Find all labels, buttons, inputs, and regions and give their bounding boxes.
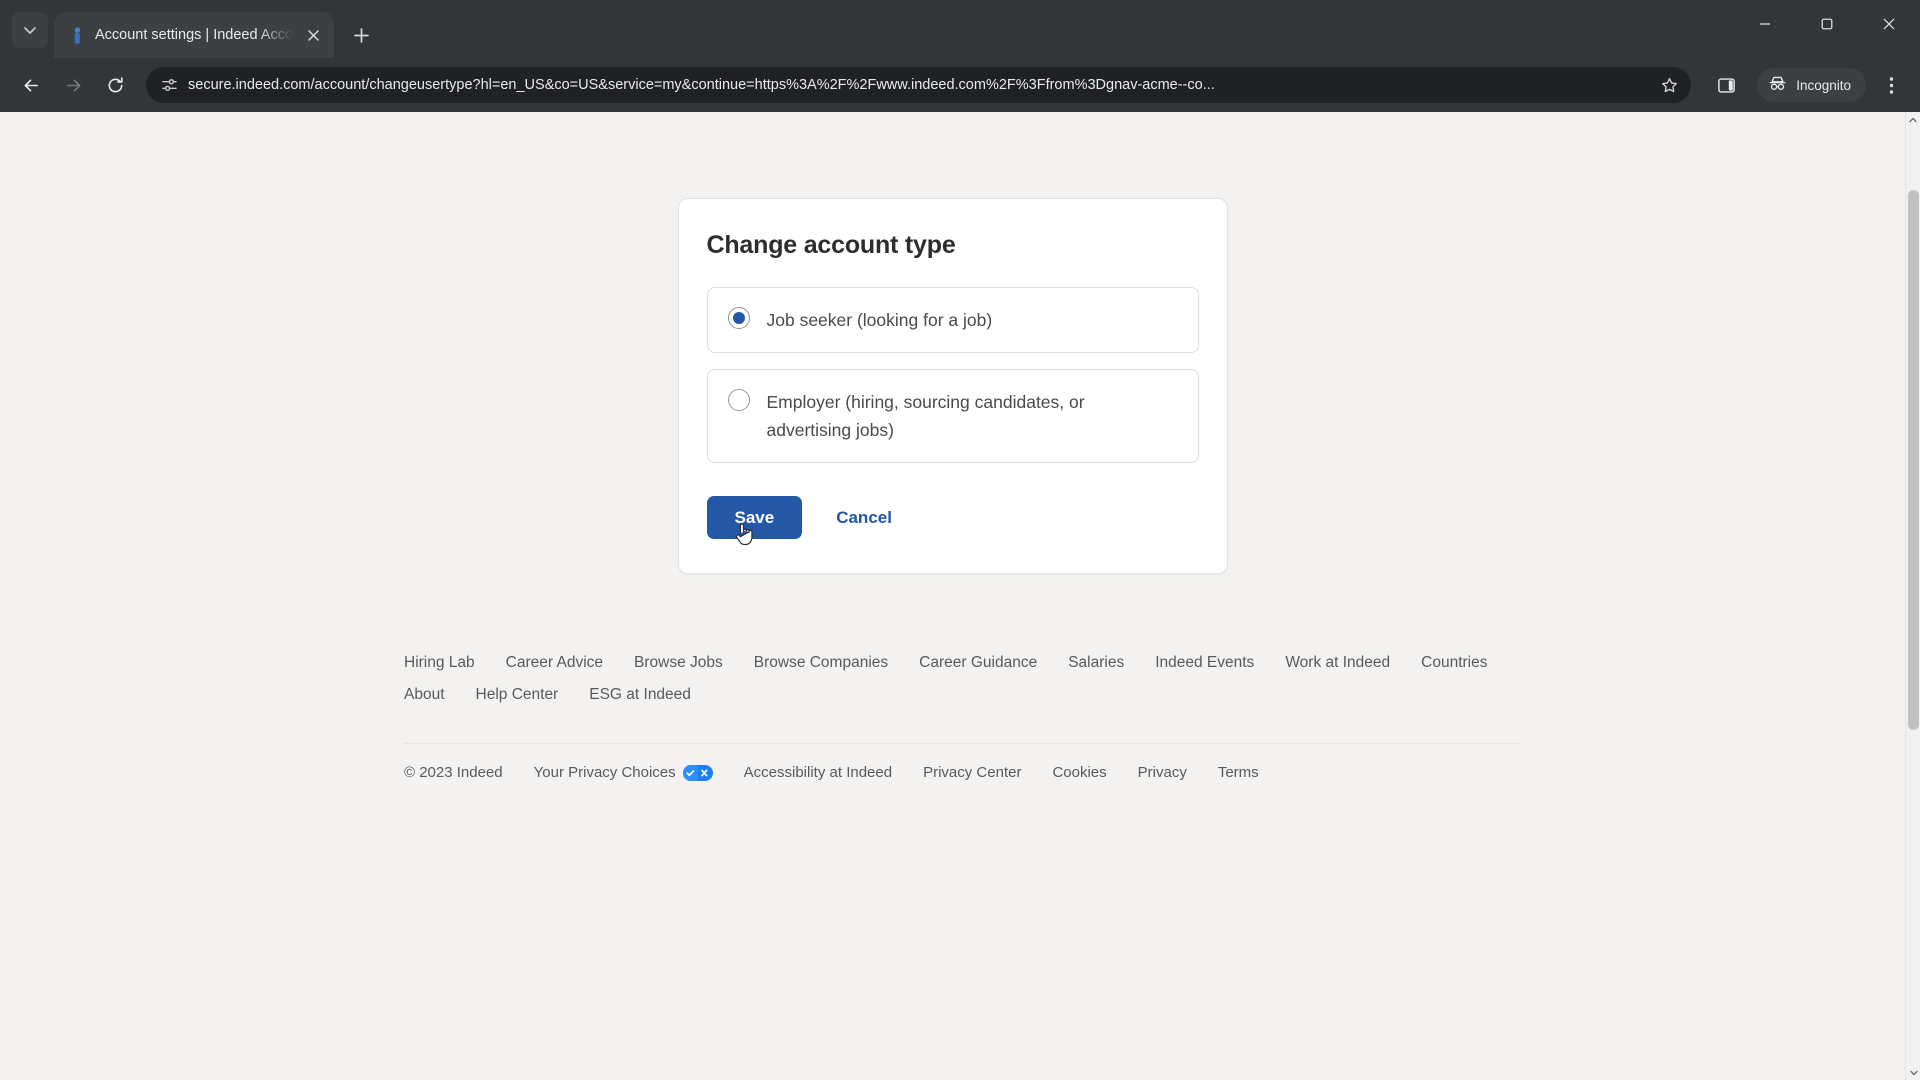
- url-text: secure.indeed.com/account/changeusertype…: [188, 77, 1215, 93]
- legal-link-privacy[interactable]: Privacy: [1138, 764, 1187, 781]
- cancel-link[interactable]: Cancel: [836, 508, 892, 528]
- incognito-label: Incognito: [1796, 77, 1851, 93]
- legal-link-privacy-center[interactable]: Privacy Center: [923, 764, 1021, 781]
- privacy-choices-label: Your Privacy Choices: [533, 764, 676, 781]
- indeed-favicon: [68, 26, 86, 44]
- option-employer[interactable]: Employer (hiring, sourcing candidates, o…: [706, 369, 1199, 463]
- footer-link-help-center[interactable]: Help Center: [476, 679, 559, 711]
- privacy-choices-link[interactable]: Your Privacy Choices: [534, 764, 713, 781]
- scroll-down-arrow-icon[interactable]: [1906, 1065, 1920, 1080]
- change-account-type-card: Change account type Job seeker (looking …: [677, 198, 1228, 574]
- address-bar[interactable]: secure.indeed.com/account/changeusertype…: [146, 67, 1692, 103]
- radio-job-seeker[interactable]: [727, 307, 750, 329]
- page-content: Change account type Job seeker (looking …: [0, 112, 1905, 1080]
- card-actions: Save Cancel: [706, 496, 1199, 546]
- tab-strip: Account settings | Indeed Acco: [0, 0, 1920, 58]
- back-button[interactable]: [12, 66, 50, 104]
- save-button[interactable]: Save: [706, 496, 803, 539]
- scrollbar-thumb[interactable]: [1908, 190, 1919, 730]
- option-label-job-seeker: Job seeker (looking for a job): [766, 310, 993, 330]
- footer-divider: [404, 711, 1519, 733]
- legal-link-terms[interactable]: Terms: [1218, 764, 1259, 781]
- scroll-up-arrow-icon[interactable]: [1906, 112, 1920, 127]
- footer-link-salaries[interactable]: Salaries: [1068, 647, 1124, 679]
- footer-link-about[interactable]: About: [404, 679, 445, 711]
- legal-link-cookies[interactable]: Cookies: [1052, 764, 1106, 781]
- site-footer: Hiring Lab Career Advice Browse Jobs Bro…: [386, 647, 1519, 781]
- privacy-choices-badge-icon: [682, 764, 713, 781]
- browser-menu-icon[interactable]: [1872, 66, 1910, 104]
- tab-title: Account settings | Indeed Acco: [95, 27, 294, 43]
- new-tab-button[interactable]: [344, 18, 378, 52]
- browser-window: Account settings | Indeed Acco secure.in…: [0, 0, 1920, 1080]
- page-viewport: Change account type Job seeker (looking …: [0, 112, 1920, 1080]
- footer-links-row-1: Hiring Lab Career Advice Browse Jobs Bro…: [404, 647, 1519, 679]
- radio-employer[interactable]: [727, 389, 750, 411]
- footer-link-hiring-lab[interactable]: Hiring Lab: [404, 647, 475, 679]
- minimize-button[interactable]: [1734, 0, 1796, 48]
- browser-tab[interactable]: Account settings | Indeed Acco: [54, 12, 335, 58]
- maximize-button[interactable]: [1796, 0, 1858, 48]
- incognito-indicator[interactable]: Incognito: [1757, 68, 1866, 102]
- footer-link-career-advice[interactable]: Career Advice: [506, 647, 603, 679]
- footer-legal-row: © 2023 Indeed Your Privacy Choices Acces…: [404, 743, 1519, 781]
- footer-link-browse-jobs[interactable]: Browse Jobs: [634, 647, 723, 679]
- footer-link-indeed-events[interactable]: Indeed Events: [1155, 647, 1254, 679]
- window-controls: [1734, 0, 1920, 48]
- close-window-button[interactable]: [1858, 0, 1920, 48]
- page-title: Change account type: [706, 231, 956, 259]
- close-icon[interactable]: [302, 24, 324, 46]
- footer-links-row-2: About Help Center ESG at Indeed: [404, 679, 1519, 711]
- side-panel-icon[interactable]: [1707, 66, 1745, 104]
- footer-link-career-guidance[interactable]: Career Guidance: [919, 647, 1037, 679]
- footer-link-countries[interactable]: Countries: [1421, 647, 1487, 679]
- footer-link-browse-companies[interactable]: Browse Companies: [754, 647, 888, 679]
- option-job-seeker[interactable]: Job seeker (looking for a job): [706, 287, 1199, 353]
- footer-link-work-at-indeed[interactable]: Work at Indeed: [1285, 647, 1390, 679]
- legal-link-accessibility[interactable]: Accessibility at Indeed: [744, 764, 892, 781]
- browser-toolbar: secure.indeed.com/account/changeusertype…: [0, 58, 1920, 112]
- footer-link-esg-at-indeed[interactable]: ESG at Indeed: [589, 679, 691, 711]
- copyright-text: © 2023 Indeed: [404, 764, 503, 781]
- option-label-employer: Employer (hiring, sourcing candidates, o…: [766, 392, 1085, 440]
- forward-button[interactable]: [54, 66, 92, 104]
- site-settings-icon[interactable]: [160, 76, 178, 94]
- tab-search-icon[interactable]: [12, 12, 48, 48]
- page-scrollbar[interactable]: [1905, 112, 1920, 1080]
- reload-button[interactable]: [96, 66, 134, 104]
- incognito-icon: [1768, 74, 1787, 96]
- bookmark-star-icon[interactable]: [1655, 71, 1683, 99]
